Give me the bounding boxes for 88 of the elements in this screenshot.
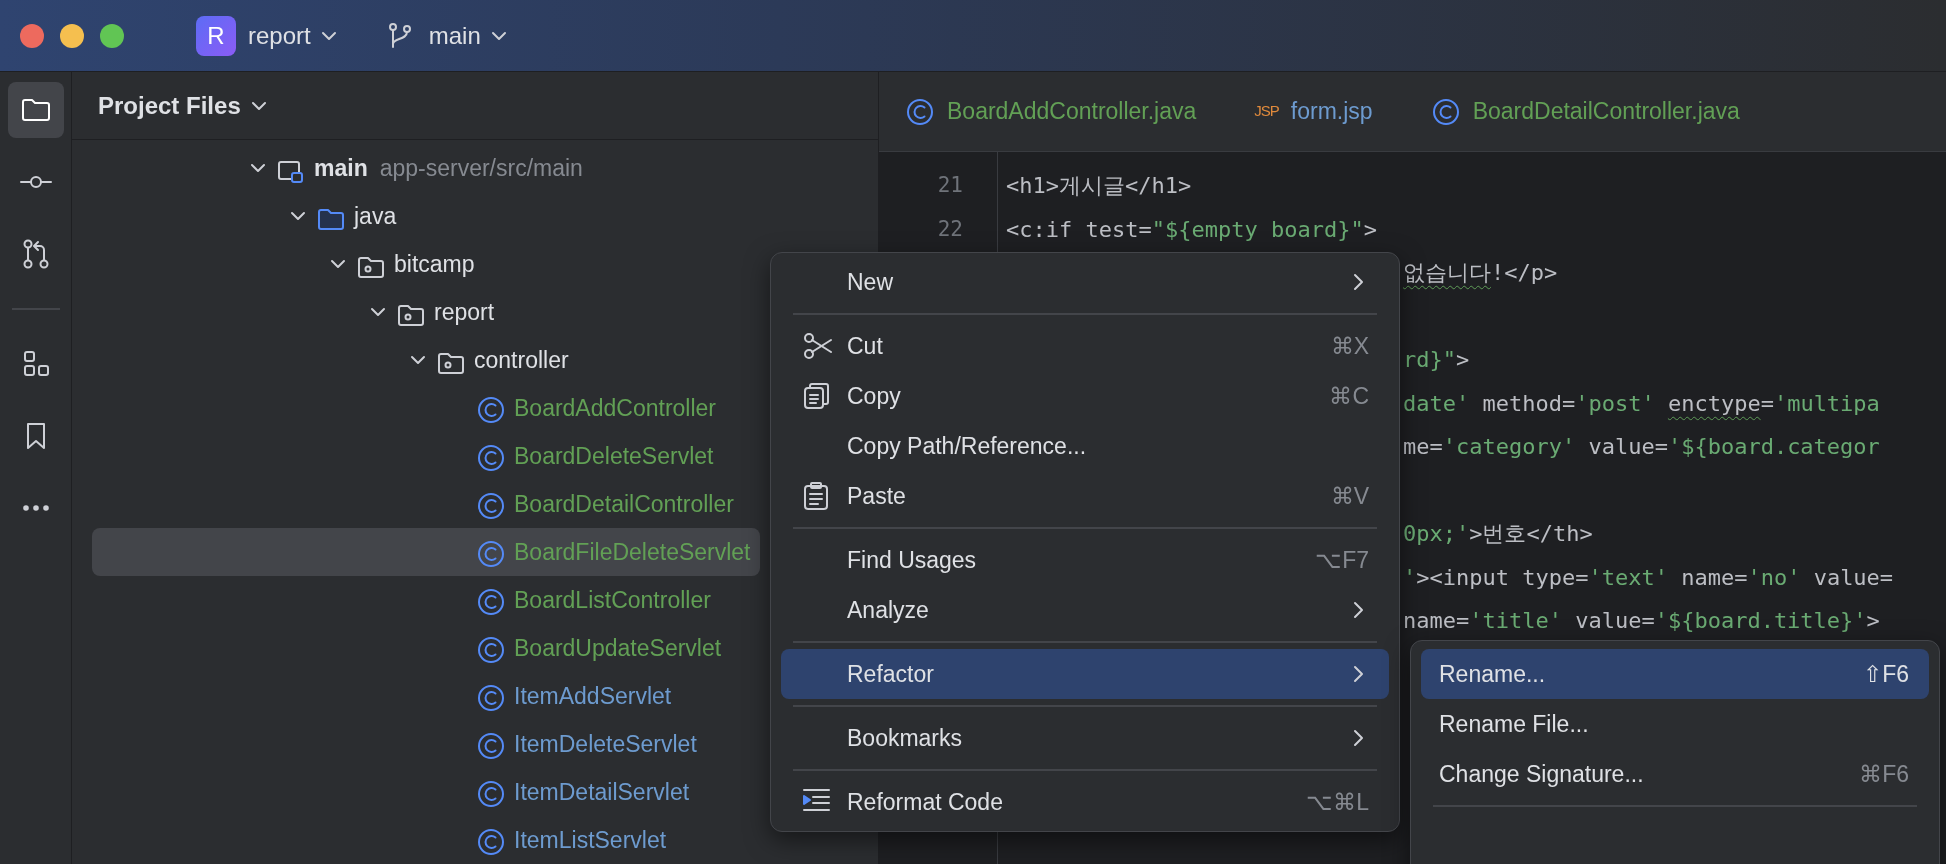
class-icon [476, 442, 506, 473]
code-line: <h1>게시글</h1> [1006, 173, 1192, 198]
menu-item[interactable]: Paste ⌘V [781, 471, 1389, 521]
tree-row[interactable]: java [92, 192, 760, 240]
tree-label: BoardFileDeleteServlet [514, 537, 751, 567]
shortcut-label: ⇧F6 [1863, 659, 1909, 689]
shortcut-label: ⌘X [1330, 331, 1369, 361]
window-control-button[interactable] [60, 23, 84, 48]
class-icon [1430, 96, 1461, 127]
tree-row[interactable]: BoardUpdateServlet [92, 624, 760, 672]
tree-label: BoardDeleteServlet [514, 441, 714, 471]
branch-name[interactable]: main [428, 17, 481, 54]
class-icon [476, 730, 506, 761]
shortcut-label: ⌘V [1330, 481, 1369, 511]
line-number: 22 [936, 215, 964, 243]
class-icon [476, 538, 506, 569]
code-line: <c:if test="${empty board}"> [1006, 216, 1377, 242]
menu-item[interactable]: Refactor [781, 649, 1389, 699]
tree-label: report [434, 297, 495, 327]
tree-row[interactable]: controller [92, 336, 760, 384]
code-line: 0px;'>번호</th> [1403, 521, 1593, 546]
menu-item[interactable]: Cut ⌘X [781, 321, 1389, 371]
tree-label: ItemListServlet [514, 825, 667, 855]
tree-row[interactable]: ItemDeleteServlet [92, 720, 760, 768]
editor-tab[interactable]: BoardAddController.java [905, 94, 1197, 129]
window-control-button[interactable] [100, 23, 124, 48]
shortcut-label: ⌘F6 [1859, 759, 1909, 789]
tree-row[interactable]: ItemListServlet [92, 816, 760, 864]
menu-item[interactable]: Change Signature... ⌘F6 [1421, 749, 1929, 799]
code-line: 없습니다!</p> [1403, 260, 1558, 285]
tree-label: BoardDetailController [514, 489, 734, 519]
tree-label: ItemDetailServlet [514, 777, 690, 807]
shortcut-label: ⌥⌘L [1306, 787, 1369, 817]
more-icon [22, 505, 49, 511]
tree-row[interactable]: BoardDeleteServlet [92, 432, 760, 480]
menu-item[interactable]: Find Usages ⌥F7 [781, 535, 1389, 585]
tree-row[interactable]: report [92, 288, 760, 336]
tree-label: main [314, 153, 368, 183]
tree-row[interactable]: BoardDetailController [92, 480, 760, 528]
tree-label: BoardAddController [514, 393, 716, 423]
class-icon [476, 826, 506, 857]
menu-item[interactable]: Analyze [781, 585, 1389, 635]
code-line: me='category' value='${board.categor [1403, 434, 1880, 459]
class-icon [476, 394, 506, 425]
scissors-icon [801, 330, 833, 362]
panel-title[interactable]: Project Files [98, 87, 241, 124]
menu-item[interactable]: Rename File... [1421, 699, 1929, 749]
tree-label: bitcamp [394, 249, 475, 279]
window-control-button[interactable] [20, 23, 44, 48]
folder-tool-button[interactable] [7, 82, 64, 138]
tree-row[interactable]: BoardAddController [92, 384, 760, 432]
menu-item[interactable]: Reformat Code ⌥⌘L [781, 777, 1389, 827]
menu-item[interactable]: Rename... ⇧F6 [1421, 649, 1929, 699]
line-number: 21 [936, 172, 964, 199]
class-icon [476, 586, 506, 617]
class-icon [476, 682, 506, 713]
tree-row[interactable]: bitcamp [92, 240, 760, 288]
code-line: date' method='post' enctype='multipa [1403, 390, 1880, 416]
tree-label: ItemAddServlet [514, 681, 672, 711]
code-line: name='title' value='${board.title}'> [1403, 608, 1880, 633]
menu-item[interactable]: Bookmarks [781, 713, 1389, 763]
class-icon [476, 634, 506, 665]
shortcut-label: ⌥F7 [1315, 545, 1369, 575]
tree-row[interactable]: BoardListController [92, 576, 760, 624]
menu-item[interactable]: Copy ⌘C [781, 371, 1389, 421]
tree-label: java [354, 201, 397, 231]
code-line: '><input type='text' name='no' value= [1403, 564, 1894, 590]
tree-row[interactable]: ItemAddServlet [92, 672, 760, 720]
module-path: app-server/src/main [379, 153, 583, 183]
menu-item[interactable]: New [781, 257, 1389, 307]
tree-label: ItemDeleteServlet [514, 729, 697, 759]
code-line: rd}"> [1403, 347, 1470, 372]
class-icon [905, 96, 935, 127]
class-icon [476, 490, 506, 521]
editor-tab[interactable]: JSP form.jsp [1254, 94, 1373, 129]
tree-label: controller [474, 345, 569, 375]
shortcut-label: ⌘C [1329, 381, 1369, 411]
tree-row[interactable]: main app-server/src/main [92, 144, 760, 192]
tree-label: BoardUpdateServlet [514, 633, 722, 663]
file-type-label: JSP [1254, 101, 1279, 122]
project-name[interactable]: report [248, 17, 311, 54]
tree-row[interactable]: ItemDetailServlet [92, 768, 760, 816]
project-badge: R [196, 15, 236, 56]
menu-item[interactable]: Copy Path/Reference... [781, 421, 1389, 471]
class-icon [476, 778, 506, 809]
tree-label: BoardListController [514, 585, 711, 615]
editor-tab[interactable]: BoardDetailController.java [1430, 94, 1740, 129]
branch-icon [386, 21, 413, 50]
